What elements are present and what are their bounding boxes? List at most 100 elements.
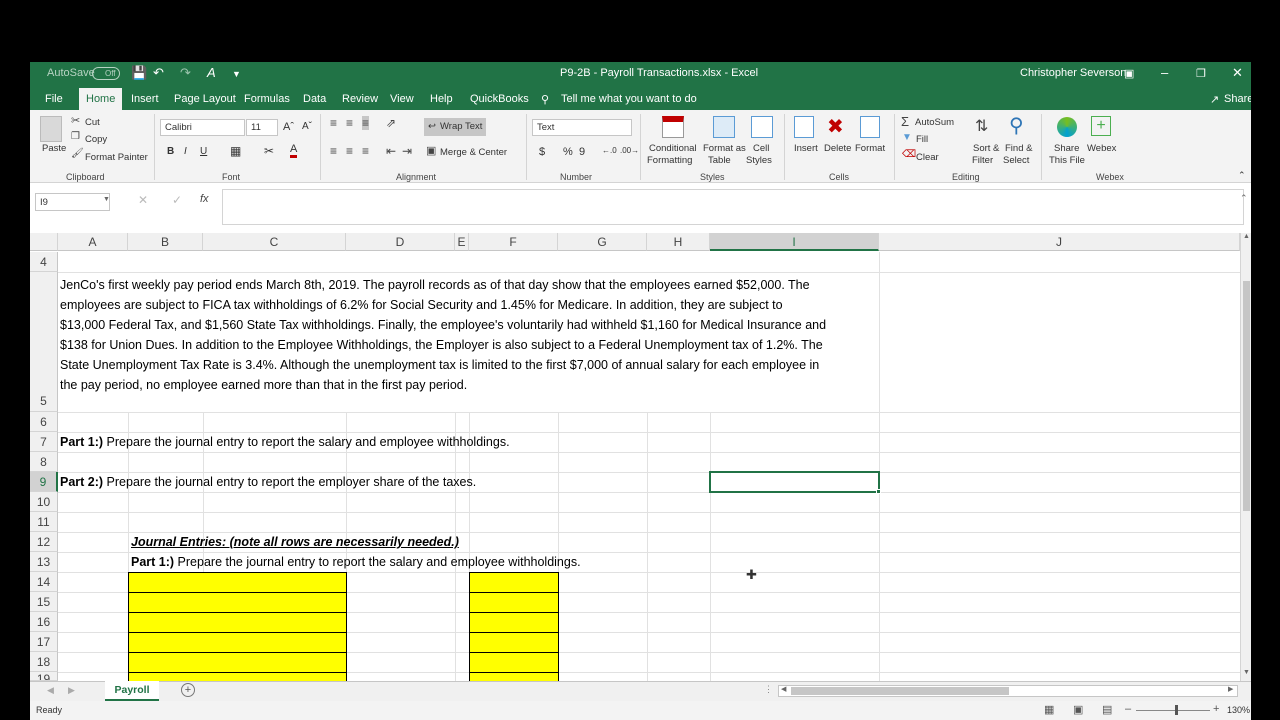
align-top-icon[interactable]: ≡ (330, 116, 337, 130)
restore-icon[interactable]: ❐ (1196, 67, 1206, 80)
journal-account-cell[interactable] (128, 632, 347, 653)
tab-data[interactable]: Data (303, 93, 326, 105)
font-color-icon[interactable]: A (290, 143, 298, 158)
paste-icon[interactable] (40, 116, 62, 142)
webex-button[interactable]: Webex (1087, 143, 1116, 154)
format-cells-icon[interactable] (860, 116, 880, 138)
clear-button[interactable]: Clear (916, 152, 939, 163)
row-header-16[interactable]: 16 (30, 612, 58, 632)
journal-amount-cell[interactable] (469, 592, 559, 613)
paste-button[interactable]: Paste (42, 143, 66, 154)
delete-cells-icon[interactable]: ✖ (827, 114, 844, 139)
copy-icon[interactable]: ❐ (71, 131, 80, 142)
tab-formulas[interactable]: Formulas (244, 93, 290, 105)
copy-button[interactable]: Copy (85, 134, 107, 145)
journal-amount-cell[interactable] (469, 572, 559, 593)
col-header-b[interactable]: B (128, 233, 203, 251)
col-header-a[interactable]: A (58, 233, 128, 251)
increase-decimal-icon[interactable]: ←.0 (602, 146, 617, 155)
merge-center-button[interactable]: Merge & Center (440, 147, 507, 158)
share-button[interactable]: Share (1224, 93, 1251, 105)
share-icon[interactable]: ↗ (1210, 93, 1219, 106)
journal-account-cell[interactable] (128, 572, 347, 593)
tab-help[interactable]: Help (430, 93, 453, 105)
share-this-file-icon[interactable] (1057, 117, 1077, 137)
tab-home[interactable]: Home (79, 88, 123, 110)
select-all-corner[interactable] (30, 233, 58, 251)
fill-icon[interactable]: ▼ (902, 132, 912, 143)
conditional-formatting-label[interactable]: Conditional (649, 143, 697, 154)
format-painter-icon[interactable]: 🖌 (71, 148, 84, 159)
autosave-toggle[interactable]: Off (92, 67, 120, 80)
italic-icon[interactable]: I (184, 146, 187, 157)
number-format-select[interactable]: Text (532, 119, 632, 136)
col-header-g[interactable]: G (558, 233, 647, 251)
cell-styles-icon[interactable] (751, 116, 773, 138)
journal-account-cell[interactable] (128, 612, 347, 633)
fill-button[interactable]: Fill (916, 134, 928, 145)
journal-amount-cell[interactable] (469, 632, 559, 653)
enter-icon[interactable]: ✓ (172, 193, 182, 207)
find-select-label-2[interactable]: Select (1003, 155, 1029, 166)
scroll-left-icon[interactable]: ◀ (781, 685, 786, 693)
align-bottom-icon[interactable]: ≡ (362, 116, 370, 130)
horizontal-scrollbar[interactable]: ◀ ▶ (778, 685, 1238, 697)
sort-filter-label-2[interactable]: Filter (972, 155, 993, 166)
insert-function-icon[interactable]: fx (200, 193, 209, 205)
decrease-font-icon[interactable]: Aˇ (302, 121, 312, 132)
col-header-h[interactable]: H (647, 233, 710, 251)
user-name[interactable]: Christopher Severson (1020, 67, 1126, 79)
zoom-out-icon[interactable]: – (1125, 703, 1131, 715)
wrap-text-button[interactable]: Wrap Text (440, 121, 482, 132)
journal-amount-cell[interactable] (469, 612, 559, 633)
col-header-d[interactable]: D (346, 233, 455, 251)
row-header-8[interactable]: 8 (30, 452, 58, 472)
font-name-select[interactable]: Calibri (160, 119, 245, 136)
scroll-up-icon[interactable]: ▲ (1243, 233, 1250, 240)
align-right-icon[interactable]: ≡ (362, 144, 369, 158)
minimize-icon[interactable]: – (1161, 65, 1168, 80)
share-this-file-label-2[interactable]: This File (1049, 155, 1085, 166)
prev-sheet-icon[interactable]: ◀ (47, 685, 54, 696)
cut-icon[interactable]: ✂ (71, 114, 80, 127)
decrease-decimal-icon[interactable]: .00→ (620, 146, 639, 155)
tab-file[interactable]: File (45, 93, 63, 105)
insert-cells-icon[interactable] (794, 116, 814, 138)
row-header-5[interactable]: 5 (30, 272, 58, 412)
col-header-i[interactable]: I (710, 233, 879, 251)
next-sheet-icon[interactable]: ▶ (68, 685, 75, 696)
borders-icon[interactable]: ▦ (230, 144, 241, 158)
merge-icon[interactable]: ▣ (426, 144, 436, 157)
scroll-right-icon[interactable]: ▶ (1228, 685, 1233, 693)
active-cell-i9[interactable] (709, 471, 880, 493)
save-icon[interactable]: 💾 (131, 65, 147, 81)
journal-account-cell[interactable] (128, 592, 347, 613)
col-header-f[interactable]: F (469, 233, 558, 251)
zoom-slider[interactable] (1136, 710, 1210, 711)
decrease-indent-icon[interactable]: ⇤ (386, 144, 396, 158)
row-header-7[interactable]: 7 (30, 432, 58, 452)
format-painter-button[interactable]: Format Painter (85, 152, 148, 163)
row-header-19[interactable]: 19 (30, 672, 58, 681)
vertical-scroll-thumb[interactable] (1243, 281, 1250, 511)
percent-icon[interactable]: % (563, 146, 573, 158)
journal-account-cell[interactable] (128, 652, 347, 673)
row-header-10[interactable]: 10 (30, 492, 58, 512)
clear-icon[interactable]: ⌫ (902, 149, 916, 160)
format-as-table-label-2[interactable]: Table (708, 155, 731, 166)
increase-indent-icon[interactable]: ⇥ (402, 144, 412, 158)
align-center-icon[interactable]: ≡ (346, 144, 353, 158)
journal-amount-cell[interactable] (469, 652, 559, 673)
find-select-label[interactable]: Find & (1005, 143, 1032, 154)
row-header-4[interactable]: 4 (30, 252, 58, 272)
tab-insert[interactable]: Insert (131, 93, 159, 105)
bold-icon[interactable]: B (167, 146, 174, 157)
tab-review[interactable]: Review (342, 93, 378, 105)
row-header-12[interactable]: 12 (30, 532, 58, 552)
zoom-in-icon[interactable]: + (1213, 703, 1219, 715)
row-header-6[interactable]: 6 (30, 412, 58, 432)
row-header-13[interactable]: 13 (30, 552, 58, 572)
scroll-down-icon[interactable]: ▼ (1243, 669, 1250, 676)
conditional-formatting-icon[interactable] (662, 116, 684, 138)
page-break-view-icon[interactable]: ▤ (1102, 703, 1112, 716)
